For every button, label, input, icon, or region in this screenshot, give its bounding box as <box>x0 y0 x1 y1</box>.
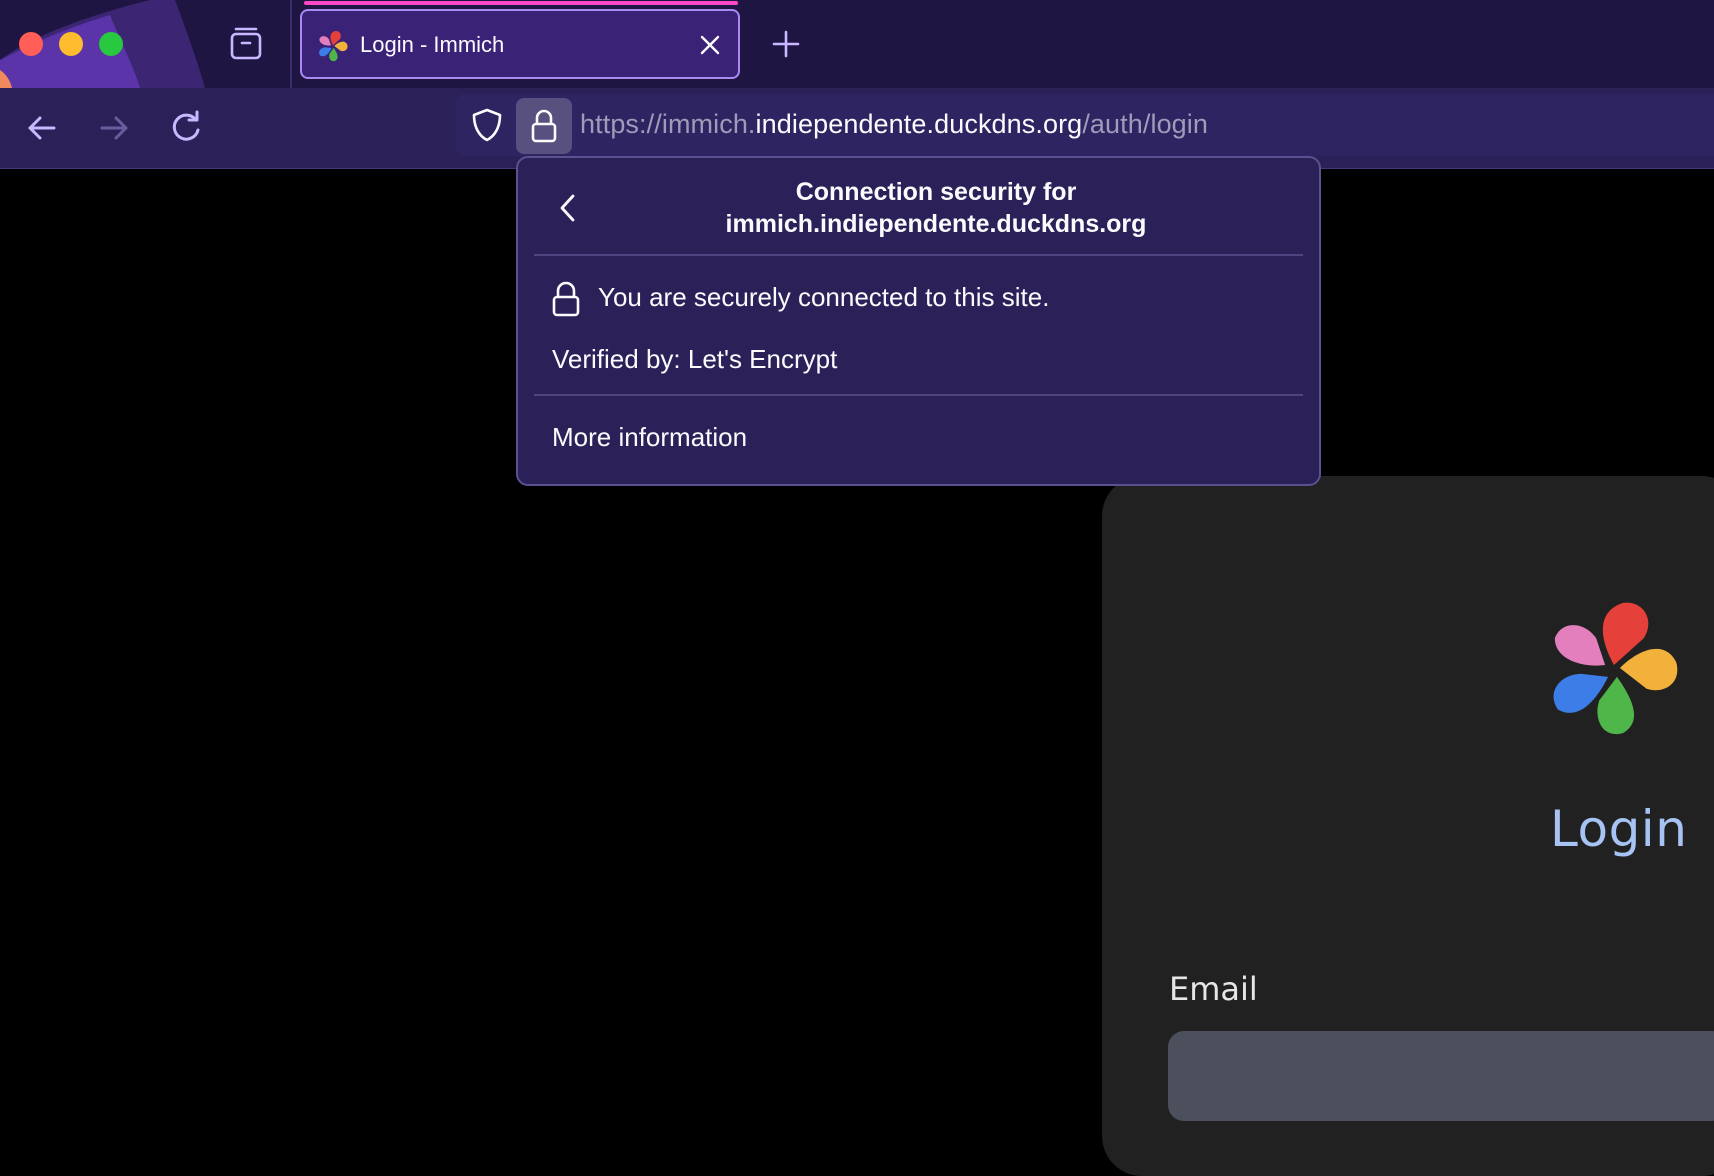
window-close-button[interactable] <box>19 32 43 56</box>
login-heading: Login <box>1550 800 1688 858</box>
panel-title: Connection security for immich.indiepend… <box>618 176 1254 240</box>
address-bar[interactable]: https://immich.indiependente.duckdns.org… <box>456 94 1714 156</box>
url-host: indiependente.duckdns.org <box>755 109 1083 139</box>
tab-strip-divider <box>290 0 292 88</box>
forward-button[interactable] <box>92 106 136 150</box>
lock-icon <box>552 281 580 317</box>
panel-title-line1: Connection security for <box>795 178 1077 206</box>
tab-title: Login - Immich <box>360 32 505 57</box>
email-input[interactable] <box>1168 1031 1714 1121</box>
back-button[interactable] <box>20 106 64 150</box>
window-maximize-button[interactable] <box>99 32 123 56</box>
close-tab-icon[interactable] <box>696 31 724 59</box>
immich-logo-icon <box>1553 602 1678 735</box>
tab-login-immich[interactable]: Login - Immich <box>300 9 740 79</box>
panel-title-host: immich.indiependente.duckdns.org <box>725 210 1147 238</box>
tracking-shield-icon[interactable] <box>470 107 504 143</box>
window-minimize-button[interactable] <box>59 32 83 56</box>
chevron-left-icon[interactable] <box>548 188 588 228</box>
url-text[interactable]: https://immich.indiependente.duckdns.org… <box>580 109 1208 140</box>
email-label: Email <box>1169 970 1258 1008</box>
url-prefix: https://immich. <box>580 109 756 139</box>
forward-arrow-icon <box>100 116 128 140</box>
lock-icon <box>531 109 557 143</box>
panel-divider <box>534 394 1303 396</box>
immich-favicon-icon <box>319 30 348 62</box>
site-security-button[interactable] <box>516 98 572 154</box>
tabs-overview-icon[interactable] <box>226 26 266 62</box>
new-tab-icon[interactable] <box>770 28 802 60</box>
url-path: /auth/login <box>1082 109 1209 139</box>
panel-divider <box>534 254 1303 256</box>
tab-strip: Login - Immich <box>0 0 1714 88</box>
reload-button[interactable] <box>164 106 208 150</box>
back-arrow-icon <box>28 116 56 140</box>
secure-connection-message: You are securely connected to this site. <box>598 282 1050 312</box>
connection-security-panel: Connection security for immich.indiepend… <box>516 156 1321 486</box>
verified-by-text: Verified by: Let's Encrypt <box>552 344 838 374</box>
reload-icon <box>172 110 200 141</box>
more-information-link[interactable]: More information <box>552 422 747 453</box>
active-tab-indicator <box>304 1 738 5</box>
